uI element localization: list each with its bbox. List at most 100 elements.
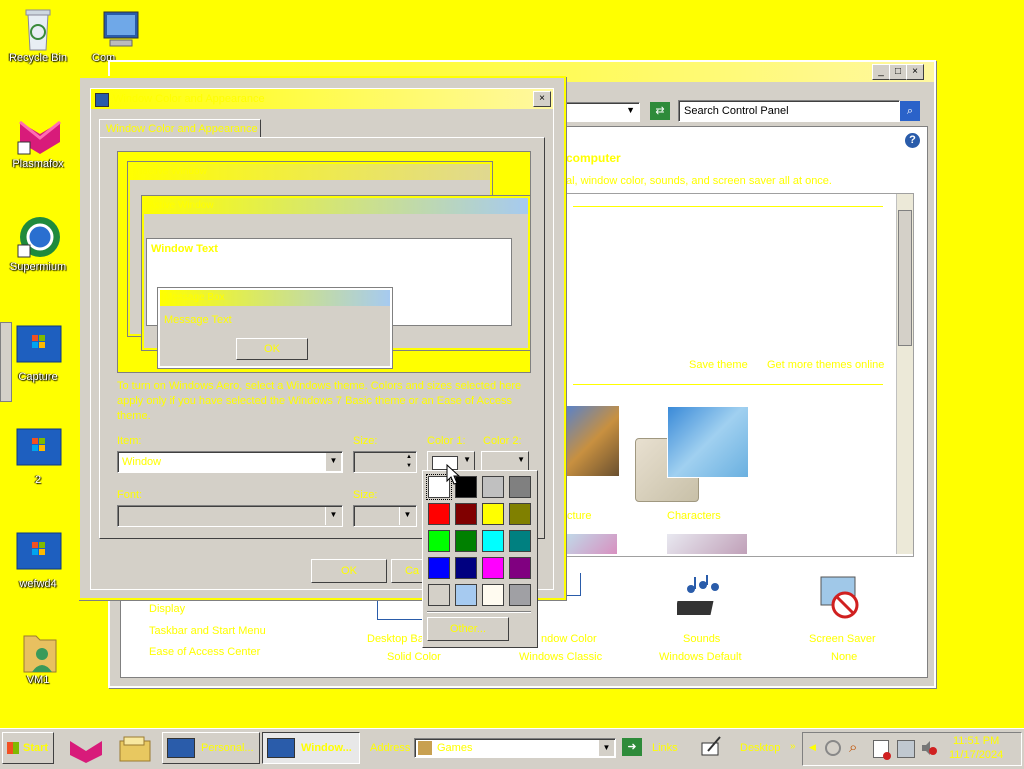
color-swatch[interactable] (428, 584, 450, 606)
font-select[interactable]: ▼ (117, 505, 343, 527)
network-icon[interactable] (897, 740, 915, 758)
window-color-label[interactable]: ndow Color (541, 633, 597, 645)
theme-label[interactable]: Characters (667, 510, 721, 522)
color-swatch[interactable] (428, 503, 450, 525)
search-input[interactable]: Search Control Panel (678, 100, 900, 122)
volume-muted-icon[interactable] (921, 740, 937, 756)
color-picker-popup: Other... (422, 470, 538, 648)
color-swatch[interactable] (455, 557, 477, 579)
left-link-display[interactable]: Display (149, 603, 185, 615)
search-icon[interactable]: ⌕ (900, 101, 920, 121)
theme-thumbnail-landscape[interactable] (567, 406, 619, 476)
theme-list[interactable]: Save theme Get more themes online cture … (566, 193, 914, 557)
address-value: Games (437, 742, 473, 754)
preview-inactive-titlebar: Inactive Window (130, 164, 490, 180)
other-colors-button[interactable]: Other... (427, 617, 509, 641)
color-swatch[interactable] (455, 530, 477, 552)
chevron-down-icon[interactable]: ▼ (626, 105, 635, 115)
color-swatch[interactable] (482, 503, 504, 525)
desktop-background-sub[interactable]: Solid Color (387, 651, 441, 663)
chevron-down-icon[interactable]: ▼ (325, 453, 341, 471)
desktop-icon-computer[interactable]: Com (80, 6, 156, 64)
scroll-thumb[interactable] (898, 210, 912, 346)
screen-saver-icon[interactable] (815, 575, 865, 621)
maximize-button[interactable]: □ (889, 64, 907, 80)
start-button[interactable]: Start (2, 732, 54, 764)
color-swatch[interactable] (509, 557, 531, 579)
start-label: Start (23, 742, 49, 754)
desktop-icon-wefwd4[interactable]: wefwd4 (0, 532, 76, 590)
window-color-sub[interactable]: Windows Classic (519, 651, 602, 663)
color-swatch[interactable] (455, 503, 477, 525)
size-spinner[interactable]: ▲ ▼ (353, 451, 417, 473)
color-swatch[interactable] (482, 530, 504, 552)
font-label: Font: (117, 489, 143, 501)
color-swatch[interactable] (482, 557, 504, 579)
get-more-themes-link[interactable]: Get more themes online (767, 359, 884, 371)
preview-window-text: Window Text (151, 243, 218, 255)
ok-button[interactable]: OK (311, 559, 387, 583)
minimize-button[interactable]: _ (872, 64, 890, 80)
chevron-down-icon[interactable]: ▼ (598, 740, 614, 756)
spinner-arrows-icon[interactable]: ▲ ▼ (403, 453, 415, 471)
divider (573, 206, 883, 207)
sync-icon[interactable] (825, 740, 841, 756)
color-swatch[interactable] (482, 584, 504, 606)
chevron-down-icon[interactable]: ▼ (325, 507, 341, 525)
links-toolbar[interactable]: Links (652, 742, 678, 754)
color-swatch[interactable] (509, 530, 531, 552)
quicklaunch-plasmafox-icon[interactable] (68, 737, 104, 763)
desktop-icon-vm1[interactable]: VM1 (0, 628, 76, 686)
preview-message-title: Message Box (164, 292, 225, 303)
font-size-select[interactable]: ▼ (353, 505, 417, 527)
close-button[interactable]: × (533, 91, 551, 107)
sounds-icon[interactable] (674, 575, 727, 621)
desktop-icon-2[interactable]: 2 (0, 428, 76, 486)
color2-label: Color 2: (483, 435, 522, 447)
theme-label[interactable]: cture (567, 510, 591, 522)
games-icon (418, 741, 432, 755)
clock-time[interactable]: 11:51 PM (953, 735, 999, 747)
go-arrow-icon[interactable]: ➜ (622, 738, 642, 756)
chevron-down-icon[interactable]: ▼ (399, 507, 415, 525)
tray-expand-icon[interactable]: ◀ (809, 742, 816, 753)
taskbar-button-window-color[interactable]: Window... (262, 732, 360, 764)
help-icon[interactable]: ? (905, 133, 920, 148)
quicklaunch-explorer-icon[interactable] (118, 735, 154, 763)
edge-widget[interactable] (0, 322, 12, 402)
color-swatch[interactable] (428, 530, 450, 552)
clock-date[interactable]: 11/17/2024 (949, 749, 1003, 761)
color-swatch[interactable] (455, 584, 477, 606)
color-swatch[interactable] (509, 476, 531, 498)
color-swatch[interactable] (509, 503, 531, 525)
screen-saver-label[interactable]: Screen Saver (809, 633, 876, 645)
color-swatch[interactable] (428, 557, 450, 579)
sounds-sub[interactable]: Windows Default (659, 651, 742, 663)
desktop-icon-supermium[interactable]: Supermium (0, 215, 76, 273)
color-swatch[interactable] (509, 584, 531, 606)
search-icon[interactable]: ⌕ (849, 739, 857, 756)
theme-list-scrollbar[interactable] (896, 194, 913, 554)
desktop-background-label[interactable]: Desktop Bac (367, 633, 429, 645)
security-alert-icon[interactable] (873, 740, 891, 760)
desktop-icon-recycle-bin[interactable]: Recycle Bin (0, 6, 76, 64)
item-select[interactable]: Window ▼ (117, 451, 343, 473)
taskbar-button-personalization[interactable]: Personal... (162, 732, 260, 764)
taskbar-address-input[interactable]: Games ▼ (414, 738, 616, 758)
screen-saver-sub[interactable]: None (831, 651, 857, 663)
chevron-down-icon: ▼ (463, 455, 471, 464)
tab-window-color[interactable]: Window Color and Appearance (99, 119, 261, 138)
toolbar-chevron-icon[interactable]: » (790, 741, 796, 752)
windows-logo-icon (16, 532, 62, 576)
left-link-taskbar[interactable]: Taskbar and Start Menu (149, 625, 266, 637)
desktop-toolbar[interactable]: Desktop (740, 742, 780, 754)
sounds-label[interactable]: Sounds (683, 633, 720, 645)
aero-info-text: To turn on Windows Aero, select a Window… (117, 380, 522, 422)
save-theme-link[interactable]: Save theme (689, 359, 748, 371)
left-link-ease-of-access[interactable]: Ease of Access Center (149, 646, 260, 658)
color-swatch[interactable] (482, 476, 504, 498)
desktop-icon-plasmafox[interactable]: Plasmafox (0, 112, 76, 170)
refresh-icon[interactable]: ⇄ (650, 102, 670, 120)
close-button[interactable]: × (906, 64, 924, 80)
preview-message-box: Message Box Message Text OK (158, 288, 392, 368)
